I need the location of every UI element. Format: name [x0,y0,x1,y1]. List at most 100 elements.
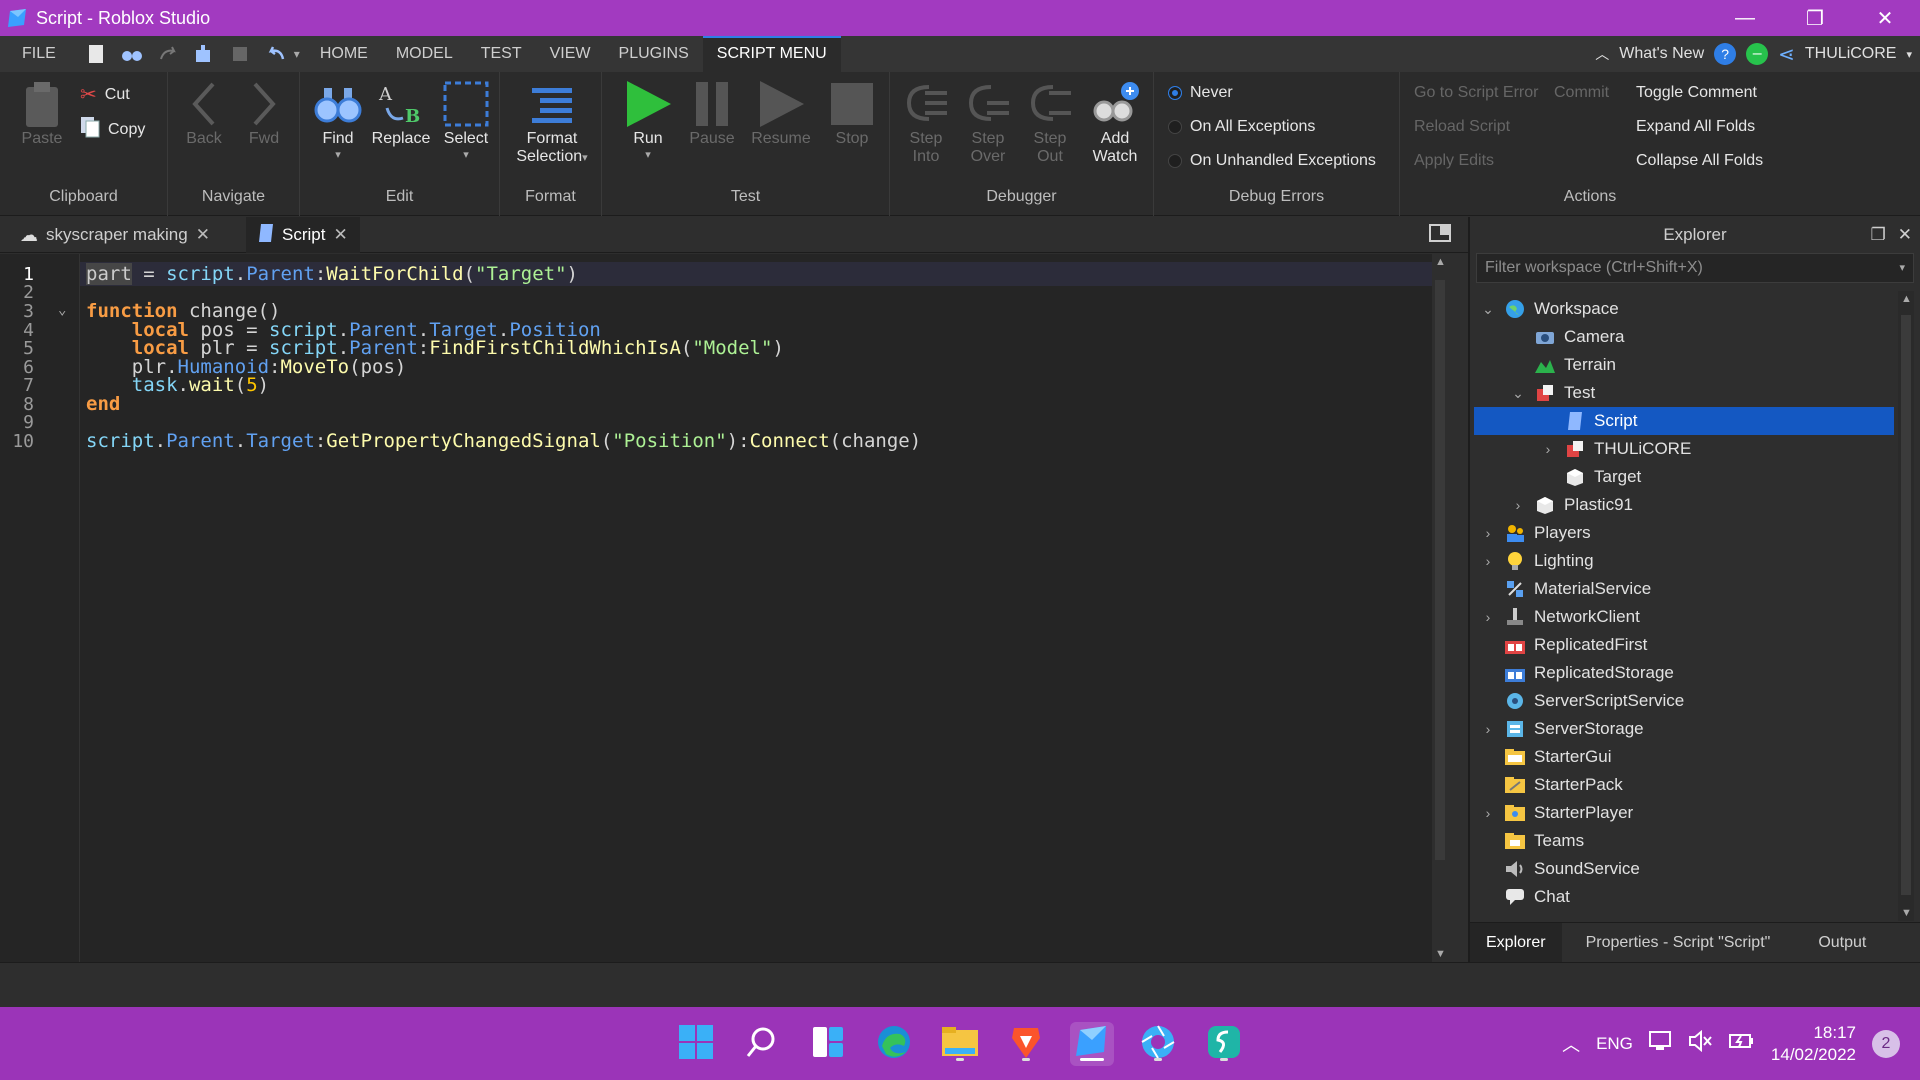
tab-script[interactable]: Script ✕ [246,217,360,253]
tree-item-script[interactable]: Script [1538,407,1637,435]
taskbar-surfshark-button[interactable] [1202,1022,1246,1066]
taskbar-explorer-button[interactable] [938,1022,982,1066]
taskbar-widgets-button[interactable] [806,1022,850,1066]
run-button[interactable]: Run ▾ [620,78,676,161]
chevron-right-icon[interactable]: › [1508,497,1528,513]
step-out-button[interactable]: Step Out [1022,78,1078,166]
close-button[interactable]: ✕ [1850,0,1920,36]
chevron-right-icon[interactable]: › [1478,805,1498,821]
scroll-up-icon[interactable]: ▲ [1901,293,1912,305]
panel-tab-output[interactable]: Output [1794,923,1890,963]
undo-icon[interactable] [264,42,288,66]
pause-button[interactable]: Pause [684,78,740,148]
unhandled-exceptions-radio[interactable]: On Unhandled Exceptions [1168,152,1376,170]
tree-item-replicatedstorage[interactable]: ReplicatedStorage [1478,659,1674,687]
step-over-button[interactable]: Step Over [960,78,1016,166]
find-button[interactable]: Find ▾ [310,78,366,161]
taskbar-brave-button[interactable] [1004,1022,1048,1066]
explorer-filter-input[interactable]: Filter workspace (Ctrl+Shift+X) ▾ [1476,253,1914,283]
tree-item-lighting[interactable]: › Lighting [1478,547,1594,575]
chevron-down-icon[interactable]: ⌄ [1508,385,1528,402]
step-into-button[interactable]: Step Into [898,78,954,166]
tree-item-players[interactable]: › Players [1478,519,1591,547]
stop-square-icon[interactable] [228,42,252,66]
tree-item-serverscriptservice[interactable]: ServerScriptService [1478,687,1684,715]
binoculars-icon[interactable] [120,42,144,66]
split-view-button[interactable] [1420,217,1460,253]
whats-new-link[interactable]: What's New [1619,45,1704,63]
new-file-icon[interactable] [84,42,108,66]
reload-script-button[interactable]: Reload Script [1414,118,1510,136]
tree-item-startergui[interactable]: StarterGui [1478,743,1611,771]
user-dropdown-icon[interactable]: ▾ [1906,48,1912,61]
forward-button[interactable]: Fwd [236,78,292,148]
tree-item-chat[interactable]: Chat [1478,883,1570,911]
find-dropdown-icon[interactable]: ▾ [310,148,366,161]
status-minus-icon[interactable]: – [1746,43,1769,65]
chevron-right-icon[interactable]: › [1478,553,1498,569]
tree-item-replicatedfirst[interactable]: ReplicatedFirst [1478,631,1647,659]
explorer-scrollbar[interactable]: ▲ ▼ [1898,291,1914,921]
battery-charging-icon[interactable] [1728,1030,1755,1057]
chevron-right-icon[interactable]: › [1478,609,1498,625]
tree-item-serverstorage[interactable]: › ServerStorage [1478,715,1644,743]
tab-home[interactable]: HOME [306,36,382,72]
taskbar-edge-button[interactable] [872,1022,916,1066]
tree-item-target[interactable]: Target [1538,463,1641,491]
tray-overflow-chevron-icon[interactable]: ︿ [1562,1031,1580,1057]
menu-file[interactable]: FILE [0,36,78,72]
notification-badge[interactable]: 2 [1872,1029,1900,1058]
editor-scroll-thumb[interactable] [1435,280,1445,860]
tree-item-teams[interactable]: Teams [1478,827,1584,855]
network-monitor-icon[interactable] [1648,1030,1673,1057]
fold-chevron-icon[interactable]: ⌄ [58,302,66,318]
undock-icon[interactable]: ❐ [1871,217,1886,253]
tree-item-test[interactable]: ⌄ Test [1508,379,1595,407]
redo-arrow-icon[interactable] [156,42,180,66]
tree-item-plastic91[interactable]: › Plastic91 [1508,491,1633,519]
format-dropdown-icon[interactable]: ▾ [582,152,588,164]
run-dropdown-icon[interactable]: ▾ [620,148,676,161]
tree-item-starterpack[interactable]: StarterPack [1478,771,1623,799]
taskbar-roblox-player-button[interactable] [1136,1022,1180,1066]
expand-all-folds-button[interactable]: Expand All Folds [1636,118,1755,136]
minimize-button[interactable]: — [1710,0,1780,36]
start-button[interactable] [674,1022,718,1066]
toggle-comment-button[interactable]: Toggle Comment [1636,84,1757,102]
panel-tab-explorer[interactable]: Explorer [1470,923,1562,963]
add-watch-button[interactable]: Add Watch [1084,78,1146,166]
chevron-right-icon[interactable]: › [1478,525,1498,541]
tab-skyscraper-making[interactable]: ☁ skyscraper making ✕ [8,217,222,253]
close-panel-icon[interactable]: ✕ [1898,217,1912,253]
editor-scrollbar[interactable]: ▲ ▼ [1432,254,1448,962]
collapse-ribbon-icon[interactable]: ︿ [1595,44,1609,64]
collapse-all-folds-button[interactable]: Collapse All Folds [1636,152,1763,170]
tree-item-networkclient[interactable]: › NetworkClient [1478,603,1640,631]
tab-model[interactable]: MODEL [382,36,467,72]
close-tab-icon[interactable]: ✕ [196,225,210,245]
quick-access-dropdown-icon[interactable]: ▾ [294,47,300,61]
tab-script-menu[interactable]: SCRIPT MENU [702,36,841,72]
tree-item-camera[interactable]: Camera [1508,323,1624,351]
apply-edits-button[interactable]: Apply Edits [1414,152,1494,170]
panel-tab-properties[interactable]: Properties - Script "Script" [1562,923,1795,963]
taskbar-search-button[interactable] [740,1022,784,1066]
explorer-scroll-thumb[interactable] [1901,315,1911,895]
scroll-down-icon[interactable]: ▼ [1901,907,1912,919]
scroll-up-icon[interactable]: ▲ [1435,256,1446,268]
tree-item-soundservice[interactable]: SoundService [1478,855,1640,883]
never-radio[interactable]: Never [1168,84,1233,102]
goto-script-error-button[interactable]: Go to Script Error [1414,84,1538,102]
scroll-down-icon[interactable]: ▼ [1435,948,1446,960]
select-button[interactable]: Select ▾ [438,78,494,161]
clock[interactable]: 18:17 14/02/2022 [1771,1022,1856,1066]
replace-button[interactable]: AB Replace [368,78,434,148]
filter-dropdown-icon[interactable]: ▾ [1899,254,1905,282]
cut-button[interactable]: ✂ Cut [80,82,130,107]
plugin-icon[interactable] [192,42,216,66]
tree-item-thulicore[interactable]: › THULiCORE [1538,435,1692,463]
tab-plugins[interactable]: PLUGINS [605,36,703,72]
paste-button[interactable]: Paste [14,78,70,148]
chevron-right-icon[interactable]: › [1478,721,1498,737]
tree-item-workspace[interactable]: ⌄ Workspace [1478,295,1619,323]
